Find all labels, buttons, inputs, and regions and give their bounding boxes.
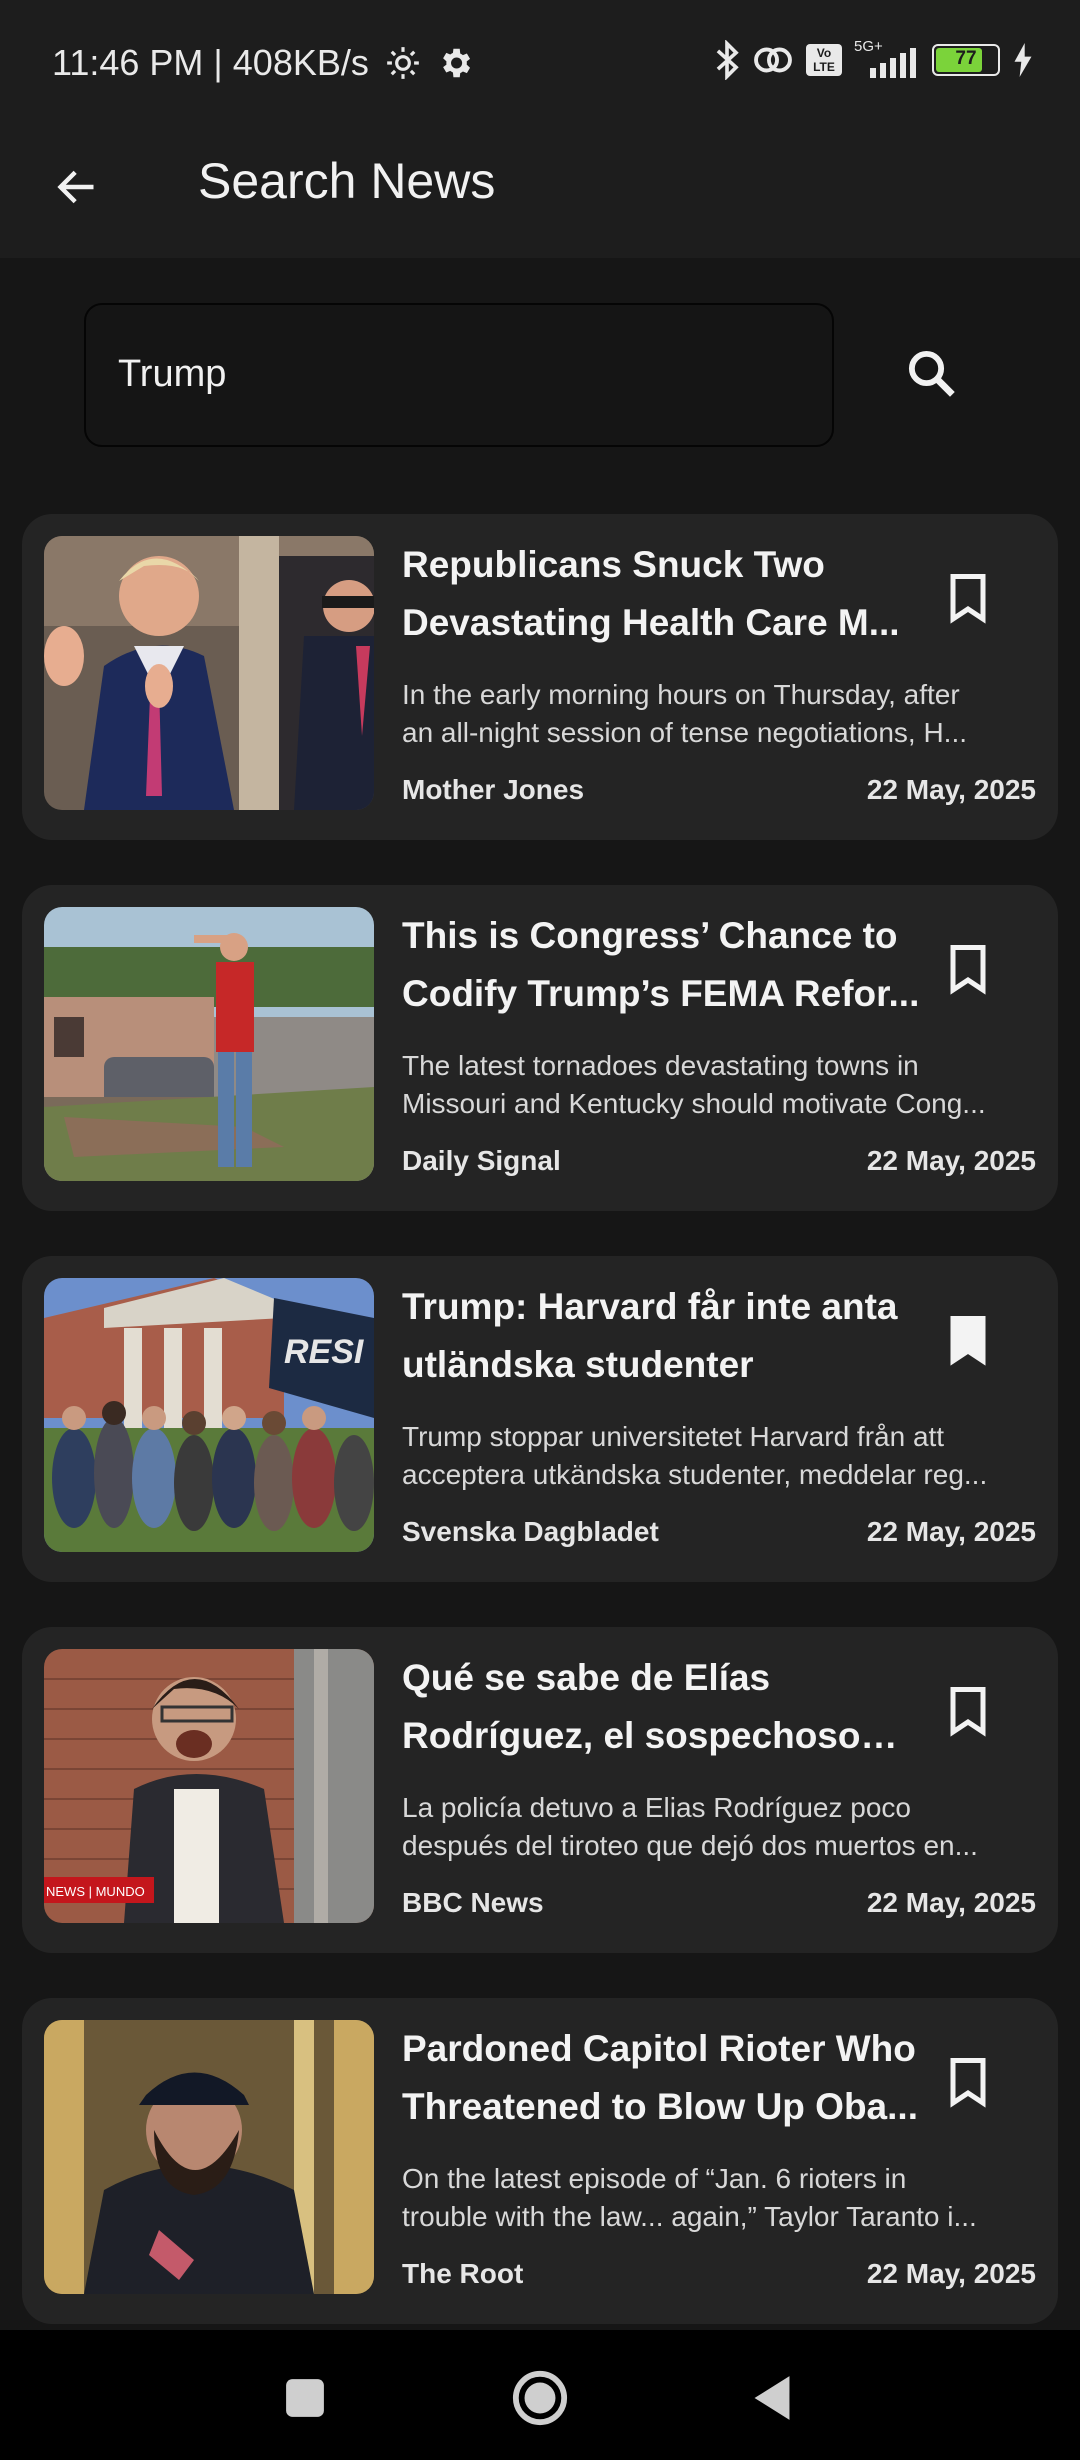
news-card[interactable]: This is Congress’ Chance to Codify Trump… bbox=[22, 885, 1058, 1211]
bookmark-outline-icon bbox=[950, 1687, 986, 1737]
bookmark-filled-icon bbox=[950, 1316, 986, 1366]
arrow-left-icon bbox=[57, 170, 94, 204]
status-system-icons: Vo LTE 5G+ 77 bbox=[714, 38, 1034, 80]
article-description-line: The latest tornadoes devastating towns i… bbox=[402, 1050, 919, 1081]
signal-icon: 5G+ bbox=[854, 38, 920, 78]
article-date: 22 May, 2025 bbox=[866, 774, 1036, 805]
battery-icon: 77 bbox=[932, 44, 1000, 76]
page-title: Search News bbox=[198, 153, 496, 209]
article-description-line: después del tiroteo que dejó dos muertos… bbox=[402, 1830, 978, 1861]
status-time: 11:46 PM | 408KB/s bbox=[52, 42, 369, 83]
bookmark-button[interactable] bbox=[938, 1306, 998, 1376]
article-date: 22 May, 2025 bbox=[866, 2258, 1036, 2289]
home-circle-icon bbox=[512, 2370, 568, 2426]
bookmark-button[interactable] bbox=[938, 2048, 998, 2118]
article-description-line: an all-night session of tense negotiatio… bbox=[402, 717, 968, 748]
gear-icon bbox=[443, 48, 471, 78]
search-icon bbox=[908, 350, 955, 397]
article-description-line: La policía detuvo a Elias Rodríguez poco bbox=[402, 1792, 911, 1823]
article-description-line: acceptera utkändska studenter, meddelar … bbox=[402, 1459, 988, 1490]
volte-icon: Vo LTE bbox=[806, 44, 842, 76]
bookmark-button[interactable] bbox=[938, 1677, 998, 1747]
app-bar: Search News bbox=[0, 128, 1080, 258]
status-bar: 11:46 PM | 408KB/s Vo LTE 5G+ 77 bbox=[0, 0, 1080, 128]
bookmark-outline-icon bbox=[950, 2058, 986, 2108]
article-date: 22 May, 2025 bbox=[866, 1887, 1036, 1918]
bookmark-button[interactable] bbox=[938, 564, 998, 634]
article-date: 22 May, 2025 bbox=[866, 1145, 1036, 1176]
article-title[interactable]: This is Congress’ Chance to Codify Trump… bbox=[402, 907, 922, 1023]
bookmark-outline-icon bbox=[950, 945, 986, 995]
recents-button[interactable] bbox=[265, 2358, 345, 2438]
bookmark-button[interactable] bbox=[938, 935, 998, 1005]
home-button[interactable] bbox=[500, 2358, 580, 2438]
article-image: NEWS | MUNDO bbox=[44, 1649, 374, 1923]
article-description-line: On the latest episode of “Jan. 6 rioters… bbox=[402, 2163, 907, 2194]
square-icon bbox=[286, 2379, 324, 2417]
article-source: Mother Jones bbox=[402, 774, 585, 805]
status-notification-icons bbox=[384, 44, 474, 82]
article-source: Svenska Dagbladet bbox=[402, 1516, 659, 1547]
news-card[interactable]: NEWS | MUNDO Qué se sabe de Elías Rodríg… bbox=[22, 1627, 1058, 1953]
article-source: BBC News bbox=[402, 1887, 544, 1918]
article-description-line: Missouri and Kentucky should motivate Co… bbox=[402, 1088, 986, 1119]
article-description: The latest tornadoes devastating towns i… bbox=[402, 1047, 1058, 1123]
back-nav-button[interactable] bbox=[732, 2358, 812, 2438]
article-title[interactable]: Pardoned Capitol Rioter Who Threatened t… bbox=[402, 2020, 922, 2136]
article-description: In the early morning hours on Thursday, … bbox=[402, 676, 1058, 752]
article-image bbox=[44, 536, 374, 810]
bluetooth-icon bbox=[716, 40, 739, 80]
article-description-line: Trump stoppar universitetet Harvard från… bbox=[402, 1421, 945, 1452]
article-image bbox=[44, 2020, 374, 2294]
search-field[interactable] bbox=[84, 303, 834, 447]
article-title[interactable]: Republicans Snuck Two Devastating Health… bbox=[402, 536, 922, 652]
article-image bbox=[44, 907, 374, 1181]
article-description-line: trouble with the law... again,” Taylor T… bbox=[402, 2201, 977, 2232]
news-card[interactable]: Pardoned Capitol Rioter Who Threatened t… bbox=[22, 1998, 1058, 2324]
bbc-mundo-tag: NEWS | MUNDO bbox=[46, 1884, 145, 1899]
triangle-back-icon bbox=[754, 2376, 790, 2420]
article-source: The Root bbox=[402, 2258, 524, 2289]
article-description: Trump stoppar universitetet Harvard från… bbox=[402, 1418, 1058, 1494]
article-source: Daily Signal bbox=[402, 1145, 561, 1176]
search-input[interactable] bbox=[118, 353, 768, 396]
article-description-line: In the early morning hours on Thursday, … bbox=[402, 679, 960, 710]
article-title[interactable]: Qué se sabe de Elías Rodríguez, el sospe… bbox=[402, 1649, 922, 1765]
protest-sign-text: RESI bbox=[284, 1333, 365, 1371]
bookmark-outline-icon bbox=[950, 574, 986, 624]
article-title[interactable]: Trump: Harvard får inte anta utländska s… bbox=[402, 1278, 922, 1394]
news-card[interactable]: RESI Trump: Harvard får inte anta utländ… bbox=[22, 1256, 1058, 1582]
back-button[interactable] bbox=[44, 154, 110, 220]
article-description: La policía detuvo a Elias Rodríguez poco… bbox=[402, 1789, 1058, 1865]
gear-outline-icon bbox=[387, 47, 419, 79]
charging-bolt-icon bbox=[1014, 43, 1032, 77]
hotspot-link-icon bbox=[754, 47, 792, 73]
system-navigation-bar bbox=[0, 2330, 1080, 2460]
article-image: RESI bbox=[44, 1278, 374, 1552]
article-date: 22 May, 2025 bbox=[866, 1516, 1036, 1547]
article-description: On the latest episode of “Jan. 6 rioters… bbox=[402, 2160, 1058, 2236]
search-button[interactable] bbox=[896, 338, 966, 408]
battery-level: 77 bbox=[955, 48, 977, 69]
news-card[interactable]: Republicans Snuck Two Devastating Health… bbox=[22, 514, 1058, 840]
